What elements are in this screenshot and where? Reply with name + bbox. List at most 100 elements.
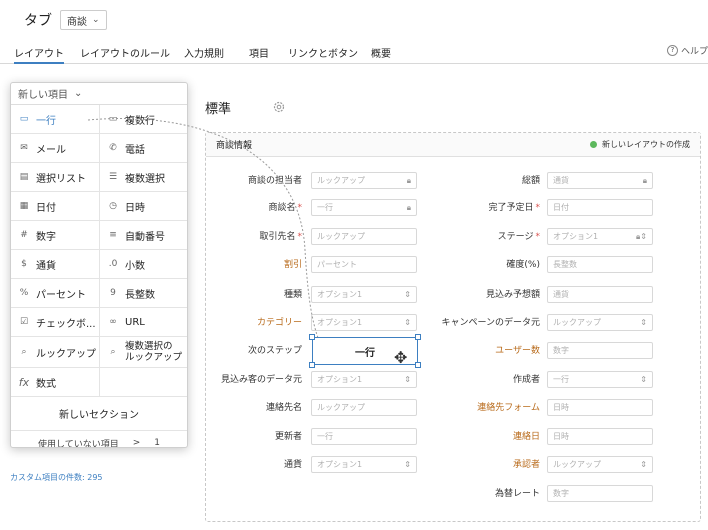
multi-select-icon: ☰	[108, 172, 118, 182]
chevron-down-icon: ⌄	[92, 15, 100, 25]
field-label-text: 見込み予想額	[485, 290, 540, 300]
field-placeholder: オプション1	[317, 460, 363, 469]
field-label-text: 商談の担当者	[247, 176, 302, 186]
field-input[interactable]: 日時	[547, 399, 653, 416]
field-label: 承認者	[400, 456, 540, 474]
chevron-right-icon: >	[132, 438, 141, 448]
field-label: 種類	[162, 286, 302, 304]
help-icon: ?	[666, 45, 678, 56]
palette-item-label: 選択リスト	[36, 173, 86, 185]
palette-item-checkbox[interactable]: ☑ チェックボ...	[11, 308, 100, 337]
new-layout-label: 新しいレイアウトの作成	[602, 140, 690, 149]
gear-icon[interactable]	[272, 100, 286, 114]
unused-fields-label: 使用していない項目	[37, 439, 119, 448]
palette-item-phone[interactable]: ✆ 電話	[100, 134, 187, 163]
field-placeholder: 数字	[553, 489, 569, 498]
resize-handle[interactable]	[415, 334, 421, 340]
resize-handle[interactable]	[309, 334, 315, 340]
field-input[interactable]: オプション1 🔒︎⇕	[547, 228, 653, 245]
unused-fields-link[interactable]: 使用していない項目 > 1	[11, 431, 187, 448]
field-label-text: 割引	[283, 260, 302, 270]
palette-item-label: 日付	[36, 202, 56, 214]
field-label: 連絡先名	[162, 399, 302, 417]
nav-tab-validation[interactable]: 入力規則	[184, 45, 224, 64]
palette-header[interactable]: 新しい項目 ⌄	[11, 83, 187, 105]
tab-header: タブ 商談 ⌄	[24, 9, 107, 31]
new-layout-button[interactable]: 新しいレイアウトの作成	[590, 139, 690, 150]
nav-tab-layout-rules[interactable]: レイアウトのルール	[80, 45, 170, 64]
new-section-button[interactable]: 新しいセクション	[11, 397, 187, 431]
field-label-text: 商談名	[268, 203, 296, 213]
resize-handle[interactable]	[309, 362, 315, 368]
nav-tab-layout[interactable]: レイアウト	[14, 45, 64, 64]
field-placeholder: ルックアップ	[317, 176, 365, 185]
palette-item-single-line[interactable]: ▭ 一行	[11, 105, 100, 134]
field-placeholder: ルックアップ	[317, 232, 365, 241]
unused-fields-count: 1	[154, 438, 160, 448]
decimal-icon: .0	[108, 259, 118, 269]
palette-item-label: メール	[36, 144, 66, 156]
field-label: ユーザー数	[400, 342, 540, 360]
field-label-text: 通貨	[283, 460, 302, 470]
field-label-text: ユーザー数	[495, 346, 540, 356]
field-label-text: 連絡先名	[265, 403, 302, 413]
field-input[interactable]: 通貨 🔒︎	[547, 172, 653, 189]
field-label: 確度(%)	[400, 256, 540, 274]
field-label: 通貨	[162, 456, 302, 474]
field-label: 更新者	[162, 428, 302, 446]
tab-select[interactable]: 商談 ⌄	[60, 10, 107, 30]
tab-select-value: 商談	[67, 16, 87, 28]
field-input[interactable]: 数字	[547, 485, 653, 502]
field-input[interactable]: ルックアップ ⇕	[547, 456, 653, 473]
palette-item-percent[interactable]: % パーセント	[11, 279, 100, 308]
field-label-text: 次のステップ	[247, 346, 302, 356]
palette-title: 新しい項目	[18, 90, 68, 101]
field-label-text: キャンペーンのデータ元	[441, 318, 540, 328]
nav-tab-overview[interactable]: 概要	[371, 45, 391, 64]
resize-handle[interactable]	[415, 362, 421, 368]
field-placeholder: 一行	[317, 203, 333, 212]
field-label-text: 見込み客のデータ元	[220, 375, 302, 385]
field-placeholder: 日時	[553, 403, 569, 412]
palette-item-multi-line[interactable]: ▭ 複数行	[100, 105, 187, 134]
palette-item-label: 日時	[125, 202, 145, 214]
palette-item-number[interactable]: # 数字	[11, 221, 100, 250]
field-label-text: 取引先名	[259, 232, 296, 242]
palette-item-email[interactable]: ✉ メール	[11, 134, 100, 163]
palette-item-picklist[interactable]: ▤ 選択リスト	[11, 163, 100, 192]
required-marker: *	[297, 203, 303, 213]
field-input[interactable]: 数字	[547, 342, 653, 359]
field-placeholder: 数字	[553, 346, 569, 355]
nav-tab-links-buttons[interactable]: リンクとボタン	[288, 45, 358, 64]
palette-item-formula[interactable]: fx 数式	[11, 368, 100, 397]
move-cursor-icon: ✥	[394, 348, 408, 367]
field-placeholder: ルックアップ	[553, 460, 601, 469]
number-icon: #	[20, 230, 28, 240]
help-link[interactable]: ? ヘルプ	[666, 44, 708, 57]
palette-item-label: 自動番号	[125, 231, 165, 243]
field-input[interactable]: 通貨	[547, 286, 653, 303]
field-label-text: ステージ	[497, 232, 534, 242]
field-input[interactable]: 日付	[547, 199, 653, 216]
palette-item-lookup[interactable]: ⌕ ルックアップ	[11, 337, 100, 368]
field-placeholder: 日時	[553, 432, 569, 441]
field-input[interactable]: 一行 ⇕	[547, 371, 653, 388]
field-label: ステージ *	[400, 228, 540, 246]
field-input[interactable]: 日時	[547, 428, 653, 445]
field-input[interactable]: 長整数	[547, 256, 653, 273]
palette-item-label: URL	[125, 316, 145, 328]
palette-item-currency[interactable]: $ 通貨	[11, 250, 100, 279]
datetime-icon: ◷	[109, 201, 117, 211]
field-placeholder: オプション1	[317, 290, 363, 299]
field-input[interactable]: ルックアップ ⇕	[547, 314, 653, 331]
field-label: キャンペーンのデータ元	[400, 314, 540, 332]
palette-item-date[interactable]: ▦ 日付	[11, 192, 100, 221]
required-marker: *	[535, 232, 541, 242]
field-label: カテゴリー	[162, 314, 302, 332]
select-arrows-icon: ⇕	[640, 460, 647, 469]
field-label: 為替レート	[400, 485, 540, 503]
palette-item-label: チェックボ...	[36, 318, 96, 330]
nav-tab-fields[interactable]: 項目	[249, 45, 269, 64]
dragged-field-label: 一行	[355, 347, 375, 359]
layout-nav: レイアウト レイアウトのルール 入力規則 項目 リンクとボタン 概要 ? ヘルプ	[0, 40, 708, 64]
